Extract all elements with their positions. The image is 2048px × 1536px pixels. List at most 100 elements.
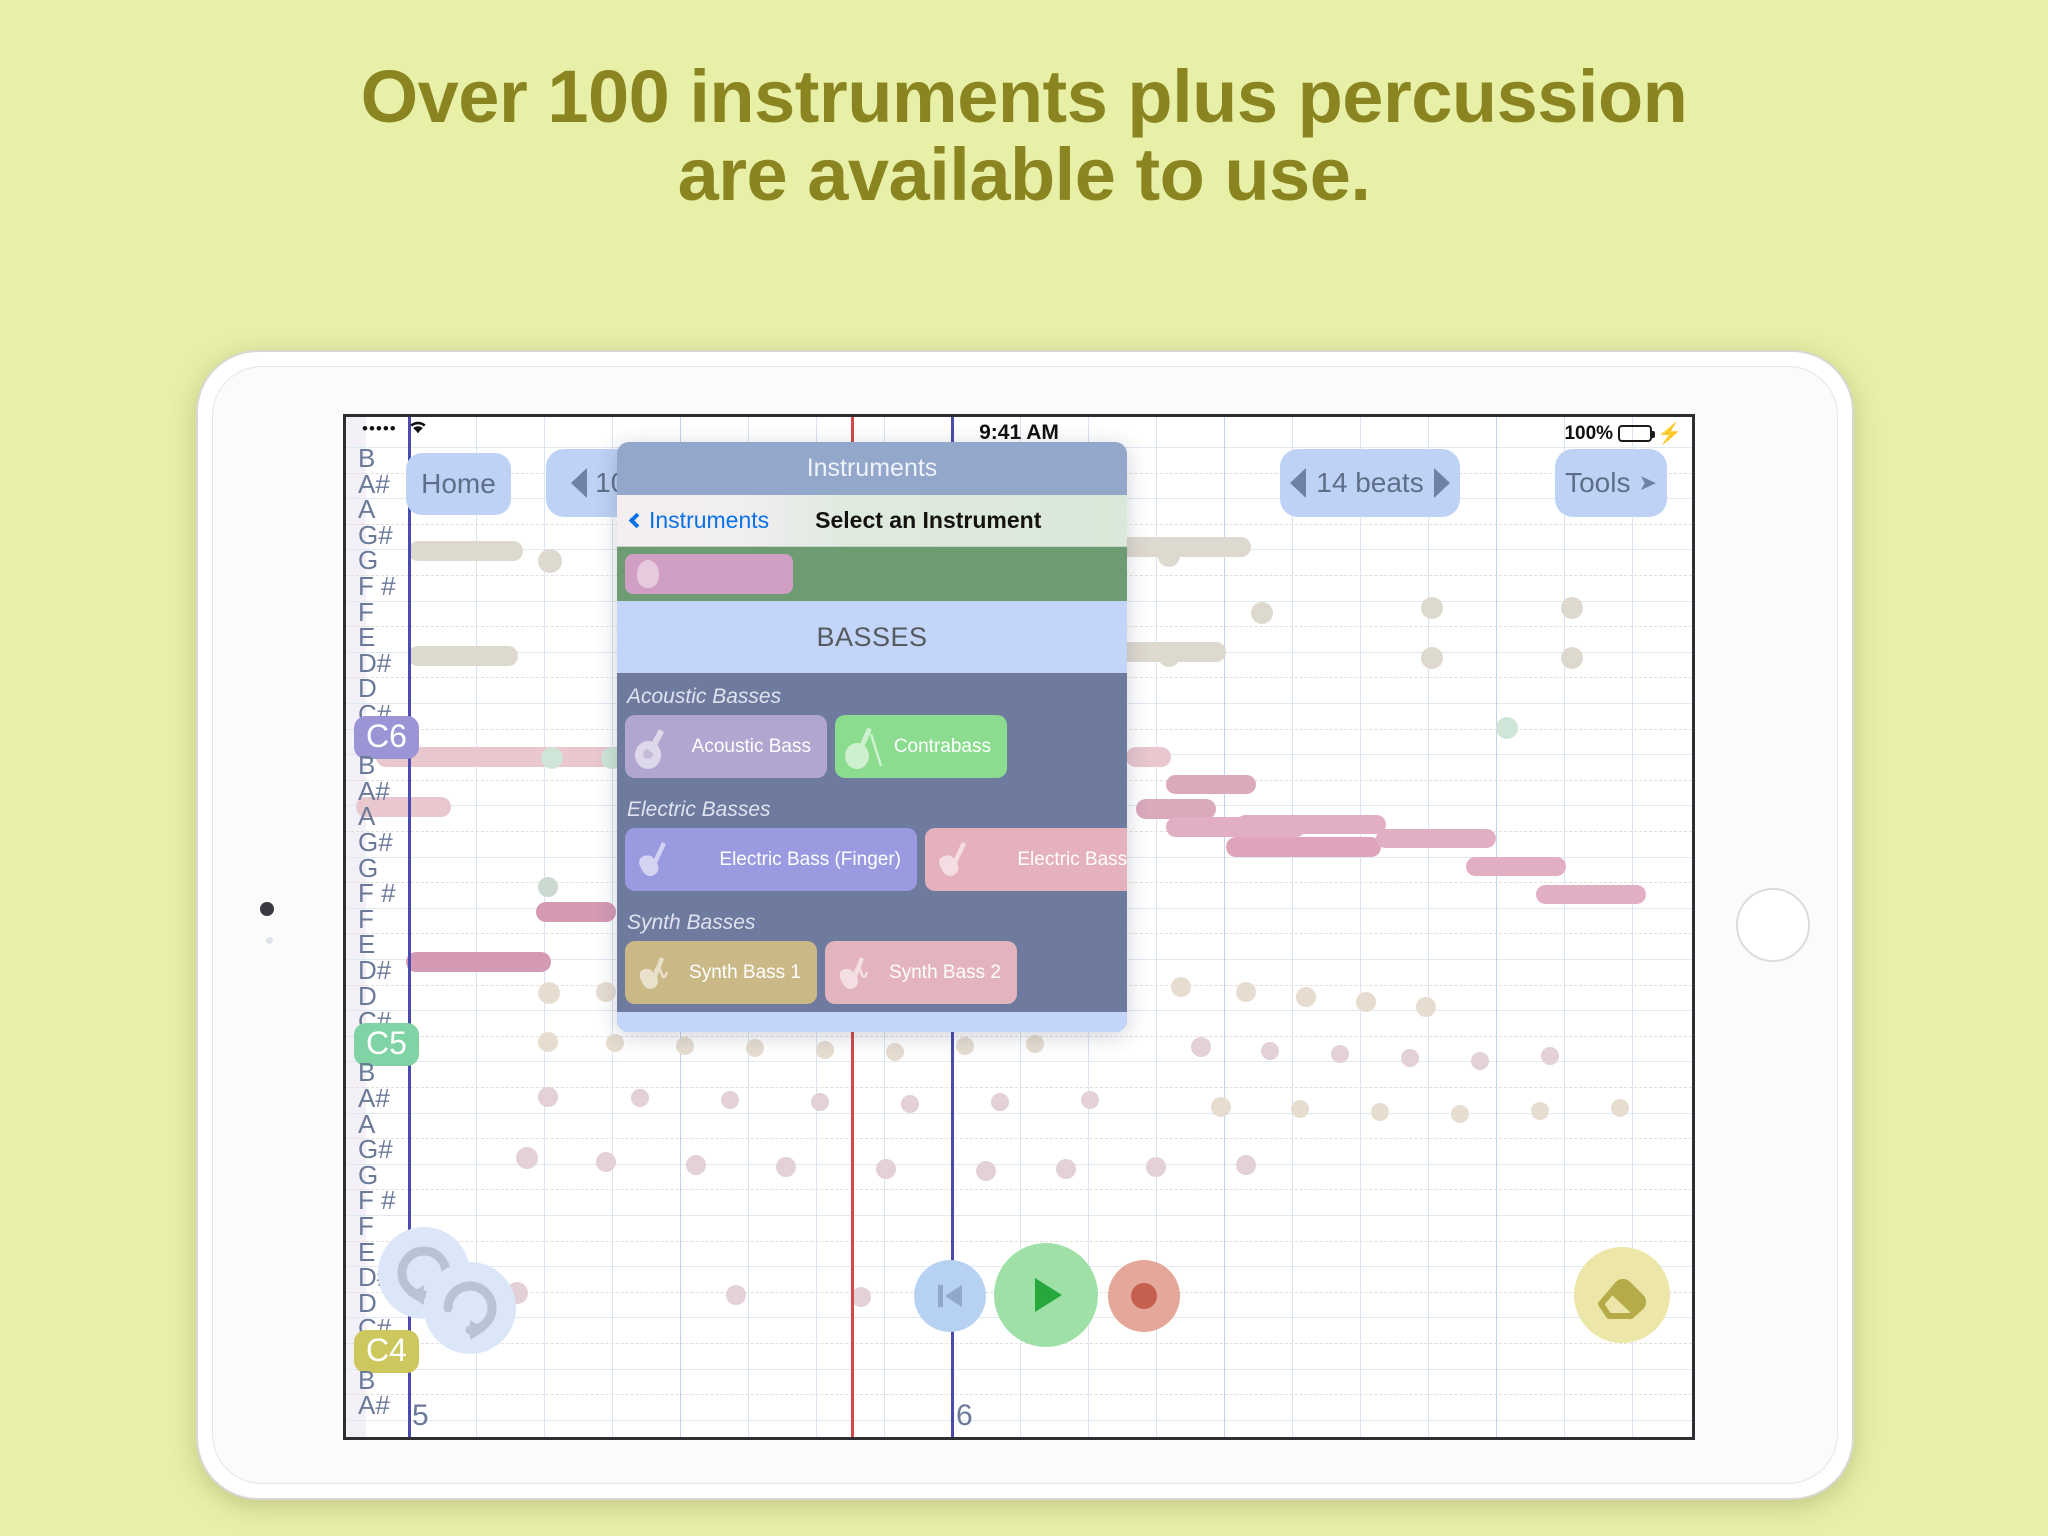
partial-instrument-row[interactable] bbox=[617, 547, 1127, 601]
note-dot[interactable] bbox=[1331, 1045, 1349, 1063]
note-dot[interactable] bbox=[991, 1093, 1009, 1111]
note-dot[interactable] bbox=[538, 549, 562, 573]
note-dot[interactable] bbox=[721, 1091, 739, 1109]
home-button-chip[interactable]: Home bbox=[406, 453, 511, 515]
note-dot[interactable] bbox=[876, 1159, 896, 1179]
record-button[interactable] bbox=[1108, 1260, 1180, 1332]
note-dot[interactable] bbox=[538, 982, 560, 1004]
note-dot[interactable] bbox=[726, 1285, 746, 1305]
note-bar[interactable] bbox=[408, 646, 518, 666]
rewind-button[interactable] bbox=[914, 1260, 986, 1332]
note-dot[interactable] bbox=[1251, 602, 1273, 624]
note-dot[interactable] bbox=[538, 1032, 558, 1052]
note-dot[interactable] bbox=[811, 1093, 829, 1111]
note-bar[interactable] bbox=[1136, 799, 1216, 819]
note-dot[interactable] bbox=[1291, 1100, 1309, 1118]
note-dot[interactable] bbox=[516, 1147, 538, 1169]
note-bar[interactable] bbox=[1466, 857, 1566, 876]
ambient-sensor-icon bbox=[266, 937, 273, 944]
note-dot[interactable] bbox=[538, 877, 558, 897]
note-dot[interactable] bbox=[541, 747, 563, 769]
note-dot[interactable] bbox=[1236, 1155, 1256, 1175]
tempo-decrease-icon[interactable] bbox=[571, 468, 588, 498]
note-dot[interactable] bbox=[1261, 1042, 1279, 1060]
note-dot[interactable] bbox=[976, 1161, 996, 1181]
note-bar[interactable] bbox=[1226, 837, 1381, 857]
note-bar[interactable] bbox=[536, 902, 616, 922]
note-dot[interactable] bbox=[1496, 717, 1518, 739]
note-dot[interactable] bbox=[1056, 1159, 1076, 1179]
instrument-button[interactable]: Contrabass bbox=[835, 715, 1007, 778]
note-dot[interactable] bbox=[901, 1095, 919, 1113]
note-bar[interactable] bbox=[406, 952, 551, 972]
note-bar[interactable] bbox=[1536, 885, 1646, 904]
note-dot[interactable] bbox=[1611, 1099, 1629, 1117]
note-bar[interactable] bbox=[1376, 829, 1496, 848]
note-dot[interactable] bbox=[1026, 1035, 1044, 1053]
note-dot[interactable] bbox=[1421, 647, 1443, 669]
record-icon bbox=[1131, 1283, 1157, 1309]
note-bar[interactable] bbox=[1236, 815, 1386, 834]
note-dot[interactable] bbox=[1416, 997, 1436, 1017]
instrument-button[interactable]: Electric Bass (Finger) bbox=[625, 828, 917, 891]
instrument-button[interactable]: Synth Bass 2 bbox=[825, 941, 1017, 1004]
note-dot[interactable] bbox=[538, 1087, 558, 1107]
note-dot[interactable] bbox=[1158, 645, 1180, 667]
note-dot[interactable] bbox=[1421, 597, 1443, 619]
contrabass-icon bbox=[845, 727, 883, 769]
note-dot[interactable] bbox=[596, 982, 616, 1002]
note-dot[interactable] bbox=[1531, 1102, 1549, 1120]
note-dot[interactable] bbox=[1356, 992, 1376, 1012]
beats-stepper[interactable]: 14 beats bbox=[1280, 449, 1460, 517]
note-dot[interactable] bbox=[1561, 647, 1583, 669]
note-dot[interactable] bbox=[1211, 1097, 1231, 1117]
note-dot[interactable] bbox=[1401, 1049, 1419, 1067]
note-bar[interactable] bbox=[408, 541, 523, 561]
note-dot[interactable] bbox=[631, 1089, 649, 1107]
note-dot[interactable] bbox=[596, 1152, 616, 1172]
redo-button[interactable] bbox=[424, 1262, 516, 1354]
instrument-button[interactable]: Acoustic Bass bbox=[625, 715, 827, 778]
note-dot[interactable] bbox=[1081, 1091, 1099, 1109]
note-dot[interactable] bbox=[816, 1041, 834, 1059]
note-dot[interactable] bbox=[776, 1157, 796, 1177]
note-dot[interactable] bbox=[1296, 987, 1316, 1007]
note-dot[interactable] bbox=[1158, 545, 1180, 567]
note-dot[interactable] bbox=[1471, 1052, 1489, 1070]
tools-button[interactable]: Tools ➤ bbox=[1555, 449, 1667, 517]
note-dot[interactable] bbox=[886, 1043, 904, 1061]
instrument-button[interactable] bbox=[625, 554, 793, 594]
instrument-row[interactable]: Electric Bass (Finger) Electric Bass (Pic… bbox=[617, 828, 1127, 891]
instrument-row[interactable]: Acoustic Bass Contrabass bbox=[617, 715, 1127, 778]
beats-increase-icon[interactable] bbox=[1433, 468, 1450, 498]
beats-decrease-icon[interactable] bbox=[1290, 468, 1307, 498]
modal-title: Instruments bbox=[806, 454, 938, 482]
note-bar[interactable] bbox=[1166, 775, 1256, 794]
note-dot[interactable] bbox=[1451, 1105, 1469, 1123]
note-dot[interactable] bbox=[956, 1037, 974, 1055]
note-dot[interactable] bbox=[606, 1034, 624, 1052]
instrument-button[interactable]: Synth Bass 1 bbox=[625, 941, 817, 1004]
eraser-icon bbox=[1598, 1278, 1647, 1319]
note-dot[interactable] bbox=[1371, 1103, 1389, 1121]
play-button[interactable] bbox=[994, 1243, 1098, 1347]
note-dot[interactable] bbox=[851, 1287, 871, 1307]
note-dot[interactable] bbox=[1561, 597, 1583, 619]
note-dot[interactable] bbox=[1236, 982, 1256, 1002]
note-dot[interactable] bbox=[1146, 1157, 1166, 1177]
instrument-row[interactable]: Synth Bass 1 Synth Bass 2 bbox=[617, 941, 1127, 1004]
note-dot[interactable] bbox=[746, 1039, 764, 1057]
note-bar[interactable] bbox=[1126, 747, 1171, 767]
eraser-button[interactable] bbox=[1574, 1247, 1670, 1343]
instrument-list[interactable]: BASSES Acoustic Basses Acoustic Bass Contra… bbox=[617, 547, 1127, 1032]
note-dot[interactable] bbox=[1541, 1047, 1559, 1065]
headline-line-2: are available to use. bbox=[677, 132, 1371, 216]
note-dot[interactable] bbox=[686, 1155, 706, 1175]
back-button[interactable]: Instruments bbox=[628, 507, 769, 534]
note-dot[interactable] bbox=[1191, 1037, 1211, 1057]
instrument-button[interactable]: Electric Bass (Pick) bbox=[925, 828, 1127, 891]
ipad-screen: B A# A G# G F # F E D# D C# C6 B A# A G# G F # F E D# D C# C5 B A… bbox=[343, 414, 1695, 1440]
note-dot[interactable] bbox=[676, 1037, 694, 1055]
home-button[interactable] bbox=[1736, 888, 1810, 962]
note-dot[interactable] bbox=[1171, 977, 1191, 997]
